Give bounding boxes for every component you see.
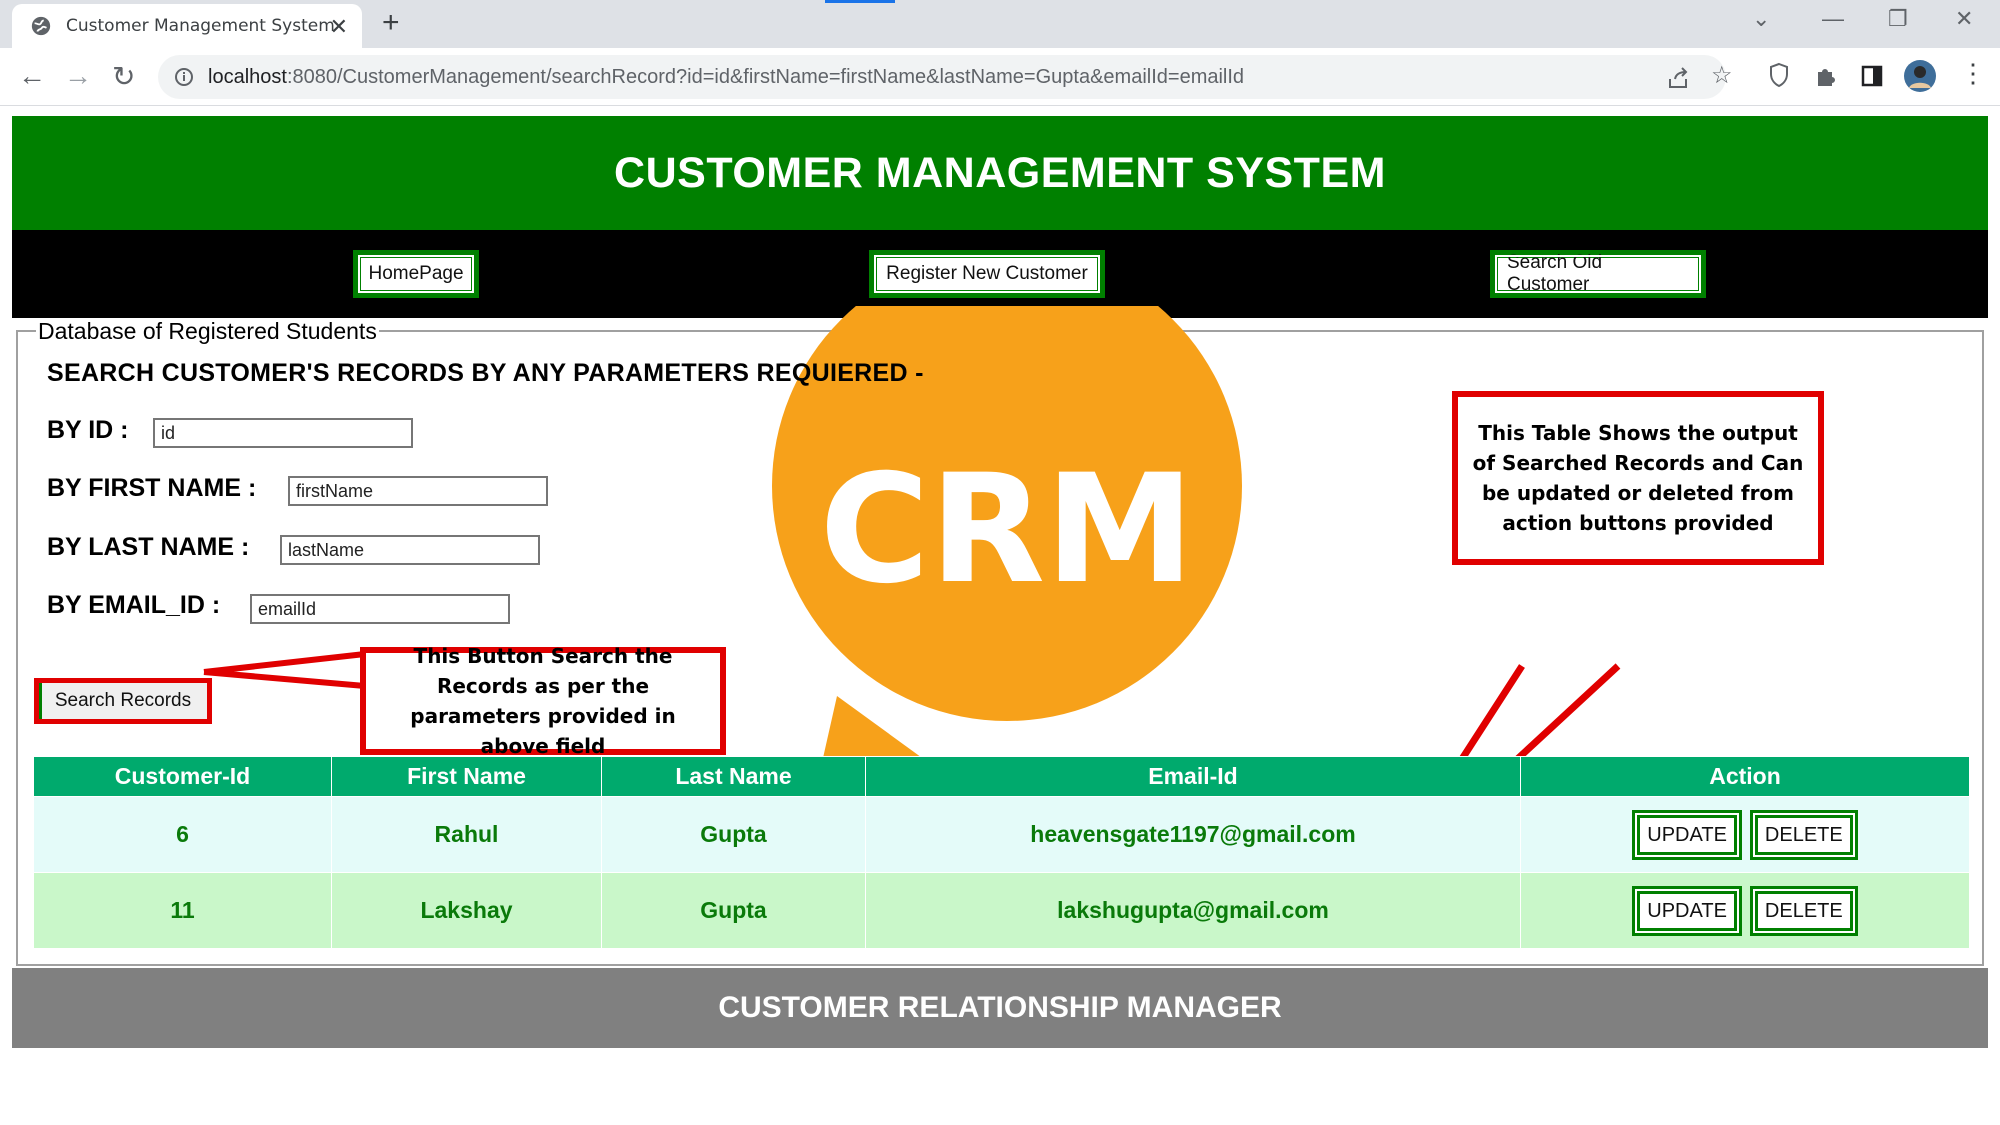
- callout-table: This Table Shows the output of Searched …: [1452, 391, 1824, 565]
- column-header-first-name: First Name: [331, 756, 602, 797]
- last-name-label: BY LAST NAME :: [47, 533, 250, 561]
- column-header-email-id: Email-Id: [865, 756, 1521, 797]
- page-title: CUSTOMER MANAGEMENT SYSTEM: [614, 148, 1386, 197]
- first-name-input[interactable]: [288, 476, 548, 506]
- search-records-button[interactable]: Search Records: [34, 678, 212, 724]
- column-header-action: Action: [1520, 756, 1970, 797]
- cell-first-name: Lakshay: [331, 872, 602, 949]
- star-icon[interactable]: ☆: [1711, 61, 1733, 90]
- back-icon[interactable]: ←: [18, 60, 46, 92]
- cell-first-name: Rahul: [331, 796, 602, 873]
- cell-email: lakshugupta@gmail.com: [865, 872, 1521, 949]
- callout-search-button: This Button Search the Records as per th…: [360, 644, 726, 758]
- forward-icon[interactable]: →: [64, 60, 92, 92]
- cell-action: UPDATE DELETE: [1520, 872, 1970, 949]
- url-text: localhost:8080/CustomerManagement/search…: [208, 65, 1245, 88]
- chevron-down-icon[interactable]: ⌄: [1752, 6, 1770, 32]
- share-icon[interactable]: [1666, 67, 1692, 89]
- nav-register-button[interactable]: Register New Customer: [869, 250, 1105, 298]
- cell-email: heavensgate1197@gmail.com: [865, 796, 1521, 873]
- id-input[interactable]: [153, 418, 413, 448]
- page-footer: CUSTOMER RELATIONSHIP MANAGER: [12, 968, 1988, 1048]
- minimize-icon[interactable]: —: [1822, 6, 1844, 32]
- cell-last-name: Gupta: [601, 796, 866, 873]
- sidebar-icon[interactable]: [1861, 65, 1883, 87]
- email-input[interactable]: [250, 594, 510, 624]
- tab-title: Customer Management System: [66, 16, 335, 36]
- close-icon[interactable]: ✕: [330, 14, 348, 40]
- table-row: 11 Lakshay Gupta lakshugupta@gmail.com U…: [33, 872, 1970, 949]
- fieldset-legend: Database of Registered Students: [36, 318, 379, 345]
- browser-toolbar: ← → ↻ localhost:8080/CustomerManagement/…: [0, 48, 2000, 106]
- delete-button[interactable]: DELETE: [1749, 885, 1858, 936]
- id-label: BY ID :: [47, 416, 129, 444]
- search-form-title: SEARCH CUSTOMER'S RECORDS BY ANY PARAMET…: [47, 359, 924, 387]
- footer-text: CUSTOMER RELATIONSHIP MANAGER: [718, 991, 1282, 1024]
- callout-arrow-search: [203, 651, 366, 689]
- cell-action: UPDATE DELETE: [1520, 796, 1970, 873]
- results-table: Customer-Id First Name Last Name Email-I…: [33, 756, 1970, 949]
- tab-strip: Customer Management System ✕ + ⌄ — ❐ ✕: [0, 0, 2000, 48]
- info-icon[interactable]: [174, 67, 194, 87]
- browser-tab[interactable]: Customer Management System ✕: [12, 4, 362, 48]
- shield-icon[interactable]: [1768, 62, 1790, 88]
- avatar[interactable]: [1904, 60, 1936, 92]
- table-row: 6 Rahul Gupta heavensgate1197@gmail.com …: [33, 796, 1970, 873]
- tab-indicator: [825, 0, 895, 3]
- puzzle-icon[interactable]: [1814, 64, 1838, 88]
- nav-search-button[interactable]: Search Old Customer: [1490, 250, 1706, 298]
- cell-customer-id: 6: [33, 796, 332, 873]
- plus-icon[interactable]: +: [382, 6, 400, 40]
- cell-customer-id: 11: [33, 872, 332, 949]
- page-header: CUSTOMER MANAGEMENT SYSTEM: [12, 116, 1988, 230]
- reload-icon[interactable]: ↻: [112, 60, 135, 93]
- nav-homepage-button[interactable]: HomePage: [353, 250, 479, 298]
- globe-icon: [31, 16, 51, 36]
- table-header-row: Customer-Id First Name Last Name Email-I…: [33, 756, 1970, 797]
- last-name-input[interactable]: [280, 535, 540, 565]
- update-button[interactable]: UPDATE: [1632, 885, 1742, 936]
- email-label: BY EMAIL_ID :: [47, 591, 221, 619]
- delete-button[interactable]: DELETE: [1749, 809, 1858, 860]
- navbar: HomePage Register New Customer Search Ol…: [12, 230, 1988, 318]
- address-bar[interactable]: localhost:8080/CustomerManagement/search…: [158, 55, 1733, 99]
- cell-last-name: Gupta: [601, 872, 866, 949]
- window-close-icon[interactable]: ✕: [1955, 6, 1973, 32]
- update-button[interactable]: UPDATE: [1632, 809, 1742, 860]
- first-name-label: BY FIRST NAME :: [47, 474, 257, 502]
- column-header-last-name: Last Name: [601, 756, 866, 797]
- crm-logo-text: CRM: [820, 443, 1195, 617]
- menu-icon[interactable]: ⋮: [1960, 58, 1986, 89]
- restore-icon[interactable]: ❐: [1888, 6, 1908, 32]
- column-header-customer-id: Customer-Id: [33, 756, 332, 797]
